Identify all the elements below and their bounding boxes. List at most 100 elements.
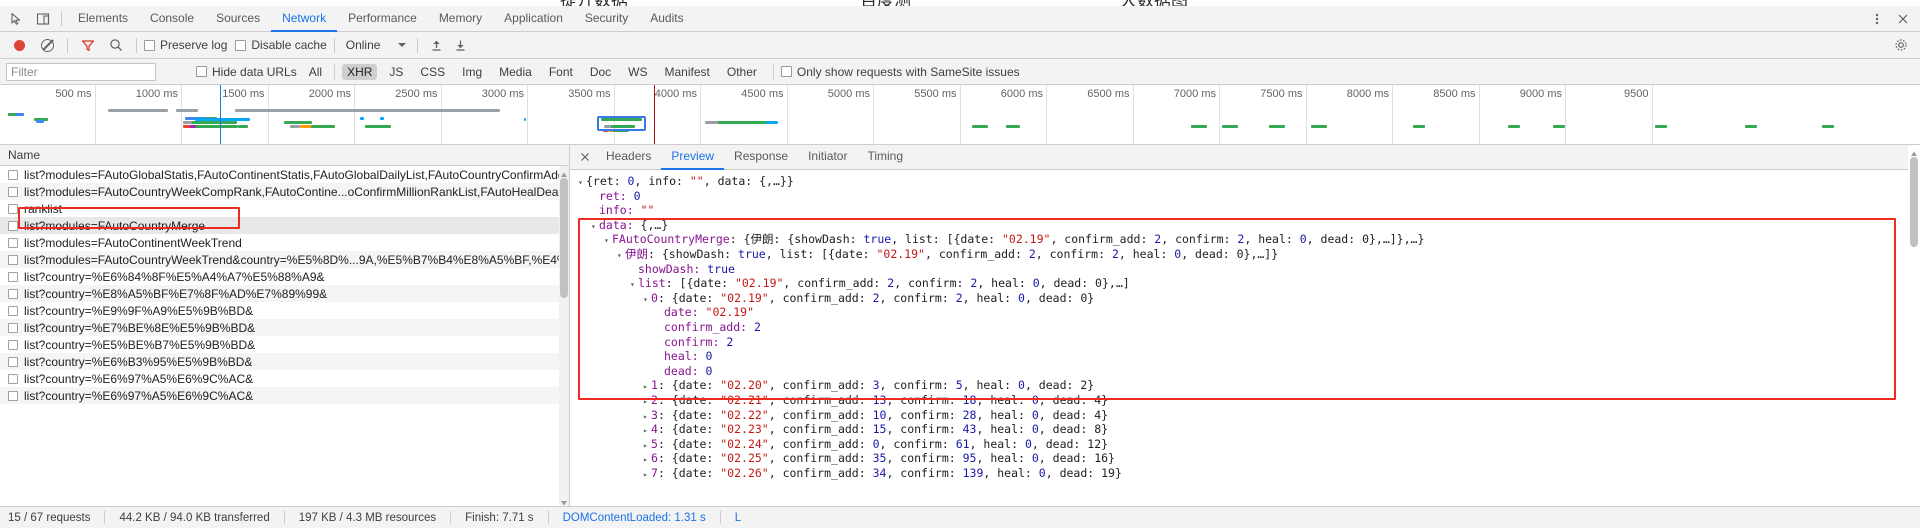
request-row-checkbox[interactable] (8, 254, 18, 265)
inspect-cursor-icon[interactable] (4, 7, 30, 31)
tab-sources[interactable]: Sources (205, 6, 271, 32)
tab-timing[interactable]: Timing (857, 145, 913, 170)
close-icon[interactable] (1890, 7, 1916, 31)
json-tree-row[interactable]: 5: {date: "02.24", confirm_add: 0, confi… (578, 437, 1920, 452)
disclosure-triangle-icon[interactable] (617, 249, 625, 264)
type-filter-xhr[interactable]: XHR (342, 63, 378, 80)
clear-button[interactable] (34, 33, 60, 57)
upload-har-icon[interactable] (425, 35, 447, 55)
disable-cache-checkbox[interactable]: Disable cache (235, 38, 327, 52)
type-filter-other[interactable]: Other (722, 64, 762, 80)
request-row[interactable]: list?modules=FAutoCountryMerge (0, 217, 569, 234)
hide-data-urls-checkbox-box[interactable] (196, 66, 207, 77)
samesite-issues-checkbox-box[interactable] (780, 66, 792, 77)
disclosure-triangle-icon[interactable] (604, 234, 612, 249)
filter-input[interactable] (6, 62, 156, 81)
type-filter-css[interactable]: CSS (415, 64, 450, 80)
network-overview-timeline[interactable]: 500 ms 1000 ms 1500 ms 2000 ms 2500 ms 3000 m… (0, 85, 1920, 145)
disclosure-triangle-icon[interactable] (643, 468, 651, 483)
samesite-issues-checkbox[interactable]: Only show requests with SameSite issues (780, 65, 1020, 79)
request-row[interactable]: list?country=%E6%B3%95%E5%9B%BD& (0, 353, 569, 370)
type-filter-all[interactable]: All (304, 64, 327, 80)
search-icon[interactable] (103, 33, 129, 57)
request-row-checkbox[interactable] (8, 169, 18, 180)
scroll-up-arrow-icon[interactable] (560, 168, 568, 177)
request-row[interactable]: list?modules=FAutoContinentWeekTrend (0, 234, 569, 251)
gear-icon[interactable] (1888, 33, 1914, 57)
throttling-select[interactable]: Online (342, 38, 411, 52)
request-row-checkbox[interactable] (8, 305, 18, 316)
tab-audits[interactable]: Audits (639, 6, 694, 32)
tab-response[interactable]: Response (724, 145, 798, 170)
json-tree-row[interactable]: 1: {date: "02.20", confirm_add: 3, confi… (578, 378, 1920, 393)
tab-security[interactable]: Security (574, 6, 639, 32)
request-list-scrollbar-thumb[interactable] (560, 178, 568, 298)
tab-preview[interactable]: Preview (661, 145, 725, 170)
request-row-checkbox[interactable] (8, 186, 18, 197)
request-row-checkbox[interactable] (8, 237, 18, 248)
type-filter-ws[interactable]: WS (623, 64, 652, 80)
request-list-header[interactable]: Name (0, 145, 569, 166)
request-row[interactable]: list?modules=FAutoCountryWeekCompRank,FA… (0, 183, 569, 200)
request-row-checkbox[interactable] (8, 356, 18, 367)
request-row[interactable]: list?country=%E8%A5%BF%E7%8F%AD%E7%89%99… (0, 285, 569, 302)
json-tree-row[interactable]: showDash: true (578, 262, 1920, 277)
disclosure-triangle-icon[interactable] (578, 176, 586, 191)
json-tree-row[interactable]: 0: {date: "02.19", confirm_add: 2, confi… (578, 291, 1920, 306)
request-row[interactable]: list?country=%E6%97%A5%E6%9C%AC& (0, 370, 569, 387)
tab-headers[interactable]: Headers (596, 145, 661, 170)
download-har-icon[interactable] (449, 35, 471, 55)
disclosure-triangle-icon[interactable] (643, 293, 651, 308)
close-icon[interactable] (574, 145, 596, 169)
json-tree-row[interactable]: {ret: 0, info: "", data: {,…}} (578, 174, 1920, 189)
request-row[interactable]: list?country=%E5%BE%B7%E5%9B%BD& (0, 336, 569, 353)
request-row-checkbox[interactable] (8, 288, 18, 299)
json-tree-row[interactable]: 6: {date: "02.25", confirm_add: 35, conf… (578, 451, 1920, 466)
json-tree-row[interactable]: date: "02.19" (578, 305, 1920, 320)
detail-scrollbar-track[interactable] (1908, 145, 1920, 506)
type-filter-js[interactable]: JS (384, 64, 408, 80)
json-tree-row[interactable]: 4: {date: "02.23", confirm_add: 15, conf… (578, 422, 1920, 437)
request-row[interactable]: list?country=%E7%BE%8E%E5%9B%BD& (0, 319, 569, 336)
type-filter-font[interactable]: Font (544, 64, 578, 80)
request-row[interactable]: list?country=%E9%9F%A9%E5%9B%BD& (0, 302, 569, 319)
tab-performance[interactable]: Performance (337, 6, 428, 32)
tab-console[interactable]: Console (139, 6, 205, 32)
request-row[interactable]: ranklist (0, 200, 569, 217)
json-tree-row[interactable]: 2: {date: "02.21", confirm_add: 13, conf… (578, 393, 1920, 408)
type-filter-manifest[interactable]: Manifest (660, 64, 715, 80)
vertical-dots-icon[interactable] (1864, 7, 1890, 31)
tab-network[interactable]: Network (271, 6, 338, 32)
record-button[interactable] (6, 33, 32, 57)
json-tree-row[interactable]: data: {,…} (578, 218, 1920, 233)
hide-data-urls-checkbox[interactable]: Hide data URLs (196, 65, 297, 79)
disclosure-triangle-icon[interactable] (630, 278, 638, 293)
request-row[interactable]: list?country=%E6%84%8F%E5%A4%A7%E5%88%A9… (0, 268, 569, 285)
json-tree-row[interactable]: 3: {date: "02.22", confirm_add: 10, conf… (578, 408, 1920, 423)
json-tree-row[interactable]: 伊朗: {showDash: true, list: [{date: "02.1… (578, 247, 1920, 262)
json-tree-row[interactable]: info: "" (578, 203, 1920, 218)
tab-initiator[interactable]: Initiator (798, 145, 857, 170)
request-row-checkbox[interactable] (8, 271, 18, 282)
json-tree-row[interactable]: dead: 0 (578, 364, 1920, 379)
request-list[interactable]: list?modules=FAutoGlobalStatis,FAutoCont… (0, 166, 569, 506)
disable-cache-checkbox-box[interactable] (235, 39, 247, 51)
json-tree-row[interactable]: confirm: 2 (578, 335, 1920, 350)
request-row[interactable]: list?modules=FAutoGlobalStatis,FAutoCont… (0, 166, 569, 183)
request-row-checkbox[interactable] (8, 220, 18, 231)
json-tree-row[interactable]: ret: 0 (578, 189, 1920, 204)
tab-memory[interactable]: Memory (428, 6, 493, 32)
detail-scroll-up-arrow-icon[interactable] (1910, 147, 1918, 156)
preserve-log-checkbox[interactable]: Preserve log (144, 38, 227, 52)
request-row[interactable]: list?modules=FAutoCountryWeekTrend&count… (0, 251, 569, 268)
funnel-filter-icon[interactable] (75, 33, 101, 57)
preserve-log-checkbox-box[interactable] (144, 39, 155, 51)
type-filter-media[interactable]: Media (494, 64, 537, 80)
request-row[interactable]: list?country=%E6%97%A5%E6%9C%AC& (0, 387, 569, 404)
device-toolbar-icon[interactable] (30, 7, 56, 31)
type-filter-img[interactable]: Img (457, 64, 487, 80)
request-row-checkbox[interactable] (8, 339, 18, 350)
detail-scrollbar-thumb[interactable] (1910, 157, 1918, 247)
request-row-checkbox[interactable] (8, 203, 18, 214)
type-filter-doc[interactable]: Doc (585, 64, 616, 80)
